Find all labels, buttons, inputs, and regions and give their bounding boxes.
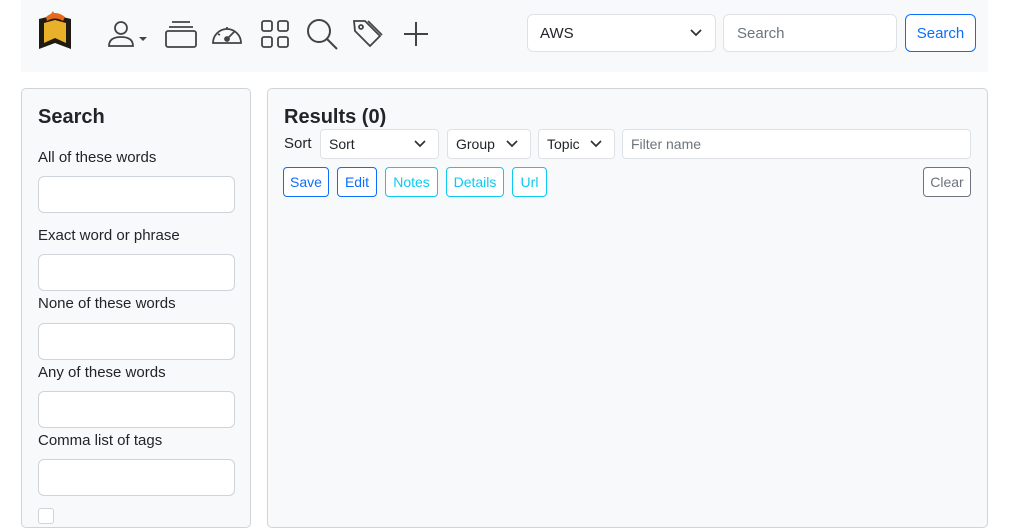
any-words-input[interactable] xyxy=(38,391,235,428)
all-words-label: All of these words xyxy=(38,149,157,166)
none-words-label: None of these words xyxy=(38,295,176,312)
app-logo[interactable] xyxy=(35,11,75,52)
chevron-down-icon xyxy=(590,140,602,148)
tags-label: Comma list of tags xyxy=(38,432,163,449)
grid-icon[interactable] xyxy=(255,14,295,54)
all-words-input[interactable] xyxy=(38,176,235,213)
topic-select[interactable]: Topic xyxy=(538,129,615,159)
url-button-label: Url xyxy=(520,174,539,190)
chevron-down-icon xyxy=(139,37,147,41)
results-title: Results (0) xyxy=(284,106,387,128)
user-menu-button[interactable] xyxy=(101,14,153,54)
none-words-input[interactable] xyxy=(38,323,235,360)
exact-phrase-input[interactable] xyxy=(38,254,235,291)
details-button-label: Details xyxy=(453,174,497,190)
search-button[interactable]: Search xyxy=(905,14,976,52)
advanced-search-panel: Search All of these words Exact word or … xyxy=(21,88,251,528)
sort-select[interactable]: Sort xyxy=(320,129,439,159)
url-button[interactable]: Url xyxy=(512,167,547,197)
edit-button[interactable]: Edit xyxy=(337,167,377,197)
collection-select[interactable]: AWS xyxy=(527,14,716,52)
plus-icon[interactable] xyxy=(396,14,436,54)
chevron-down-icon xyxy=(414,140,426,148)
any-words-label: Any of these words xyxy=(38,364,166,381)
sort-label: Sort xyxy=(284,135,312,152)
search-icon[interactable] xyxy=(302,14,342,54)
tags-input[interactable] xyxy=(38,459,235,496)
search-input[interactable]: Search xyxy=(723,14,897,52)
topic-select-value: Topic xyxy=(547,136,580,152)
group-select-value: Group xyxy=(456,136,495,152)
collection-select-value: AWS xyxy=(540,24,574,42)
chevron-down-icon xyxy=(506,140,518,148)
tags-icon[interactable] xyxy=(348,14,388,54)
notes-button[interactable]: Notes xyxy=(385,167,438,197)
collections-icon[interactable] xyxy=(161,14,201,54)
clear-button[interactable]: Clear xyxy=(923,167,971,197)
clear-button-label: Clear xyxy=(930,174,964,190)
chevron-down-icon xyxy=(690,29,702,37)
save-button[interactable]: Save xyxy=(283,167,329,197)
dashboard-icon[interactable] xyxy=(207,14,247,54)
notes-button-label: Notes xyxy=(393,174,430,190)
filter-name-input[interactable]: Filter name xyxy=(622,129,971,159)
filter-name-placeholder: Filter name xyxy=(631,136,702,152)
search-button-label: Search xyxy=(916,24,965,42)
details-button[interactable]: Details xyxy=(446,167,504,197)
user-icon xyxy=(108,21,134,47)
exact-phrase-label: Exact word or phrase xyxy=(38,227,180,244)
results-panel: Results (0) Sort Sort Group Topic Filter… xyxy=(267,88,988,528)
top-navbar: AWS Search Search xyxy=(21,0,988,72)
panel-title: Search xyxy=(38,106,105,128)
checkbox[interactable] xyxy=(38,508,54,524)
group-select[interactable]: Group xyxy=(447,129,531,159)
edit-button-label: Edit xyxy=(344,174,370,190)
sort-select-value: Sort xyxy=(329,136,355,152)
search-placeholder: Search xyxy=(737,24,785,42)
save-button-label: Save xyxy=(290,174,322,190)
